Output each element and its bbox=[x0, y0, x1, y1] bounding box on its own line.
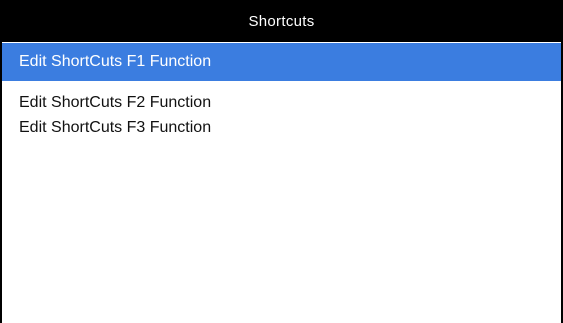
window-title-bar: Shortcuts bbox=[2, 0, 561, 43]
menu-item-edit-f1[interactable]: Edit ShortCuts F1 Function bbox=[2, 43, 561, 81]
window-title: Shortcuts bbox=[248, 12, 315, 30]
shortcuts-menu-list: Edit ShortCuts F1 Function Edit ShortCut… bbox=[2, 43, 561, 140]
shortcuts-window: Shortcuts Edit ShortCuts F1 Function Edi… bbox=[0, 0, 563, 323]
menu-item-edit-f3[interactable]: Edit ShortCuts F3 Function bbox=[2, 115, 561, 140]
menu-item-edit-f2[interactable]: Edit ShortCuts F2 Function bbox=[2, 90, 561, 115]
